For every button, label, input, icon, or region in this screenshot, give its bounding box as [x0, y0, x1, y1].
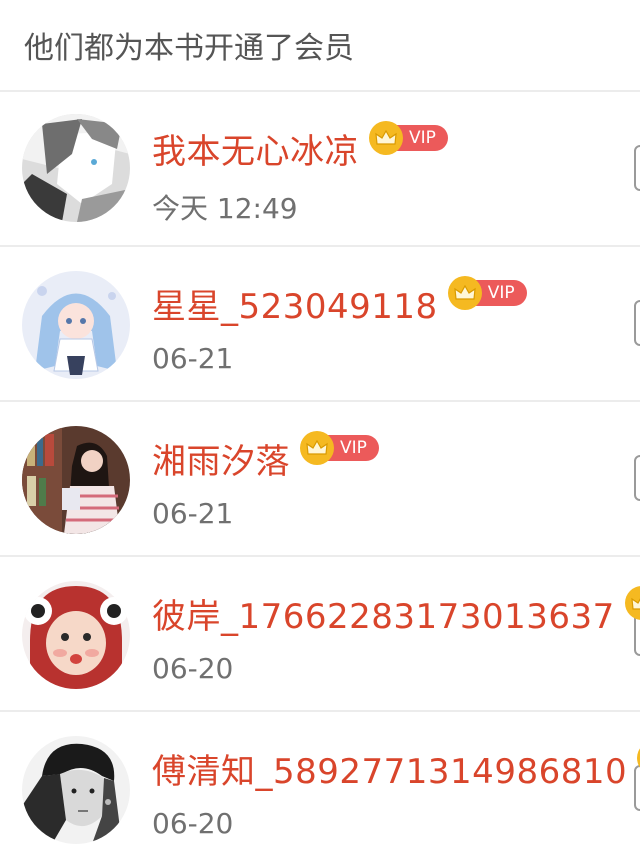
crown-icon — [447, 276, 482, 310]
crown-icon — [369, 121, 403, 155]
member-list: 我本无心冰凉 VIP 今天 12:49 星星_523049118 VIP 06-… — [0, 92, 640, 860]
follow-button[interactable] — [634, 145, 640, 191]
avatar[interactable] — [22, 736, 130, 844]
join-date: 06-20 — [152, 807, 234, 840]
member-name[interactable]: 我本无心冰凉 — [152, 124, 359, 173]
member-row[interactable]: 傅清知_5892771314986810 VIP 06-20 — [0, 712, 640, 860]
section-title: 他们都为本书开通了会员 — [0, 0, 640, 92]
avatar[interactable] — [22, 426, 130, 534]
member-row[interactable]: 湘雨汐落 VIP 06-21 — [0, 402, 640, 557]
vip-badge: VIP — [369, 121, 448, 155]
follow-button[interactable] — [634, 300, 640, 346]
name-line: 我本无心冰凉 VIP — [152, 121, 448, 174]
join-date: 06-20 — [152, 652, 234, 685]
vip-badge: VIP — [624, 586, 640, 620]
member-name[interactable]: 湘雨汐落 — [152, 434, 290, 483]
member-list-page: 他们都为本书开通了会员 我本无心冰凉 VIP 今天 12:49 星星_52304… — [0, 0, 640, 860]
avatar[interactable] — [22, 271, 130, 379]
member-row[interactable]: 我本无心冰凉 VIP 今天 12:49 — [0, 92, 640, 247]
member-name[interactable]: 星星_523049118 — [152, 279, 438, 328]
follow-button[interactable] — [634, 765, 640, 811]
name-line: 彼岸_17662283173013637 VIP — [152, 586, 640, 639]
vip-badge: VIP — [447, 276, 527, 310]
crown-icon — [300, 431, 334, 465]
member-name[interactable]: 傅清知_5892771314986810 — [152, 744, 627, 793]
join-date: 06-21 — [152, 342, 234, 375]
name-line: 湘雨汐落 VIP — [152, 431, 379, 484]
member-row[interactable]: 星星_523049118 VIP 06-21 — [0, 247, 640, 402]
crown-icon — [624, 586, 640, 620]
avatar[interactable] — [22, 114, 130, 222]
join-date: 06-21 — [152, 497, 234, 530]
member-row[interactable]: 彼岸_17662283173013637 VIP 06-20 — [0, 557, 640, 712]
name-line: 傅清知_5892771314986810 VIP — [152, 741, 640, 794]
follow-button[interactable] — [634, 455, 640, 501]
name-line: 星星_523049118 VIP — [152, 276, 527, 329]
member-name[interactable]: 彼岸_17662283173013637 — [152, 589, 615, 638]
vip-badge: VIP — [300, 431, 379, 465]
join-date: 今天 12:49 — [152, 192, 298, 225]
avatar[interactable] — [22, 581, 130, 689]
